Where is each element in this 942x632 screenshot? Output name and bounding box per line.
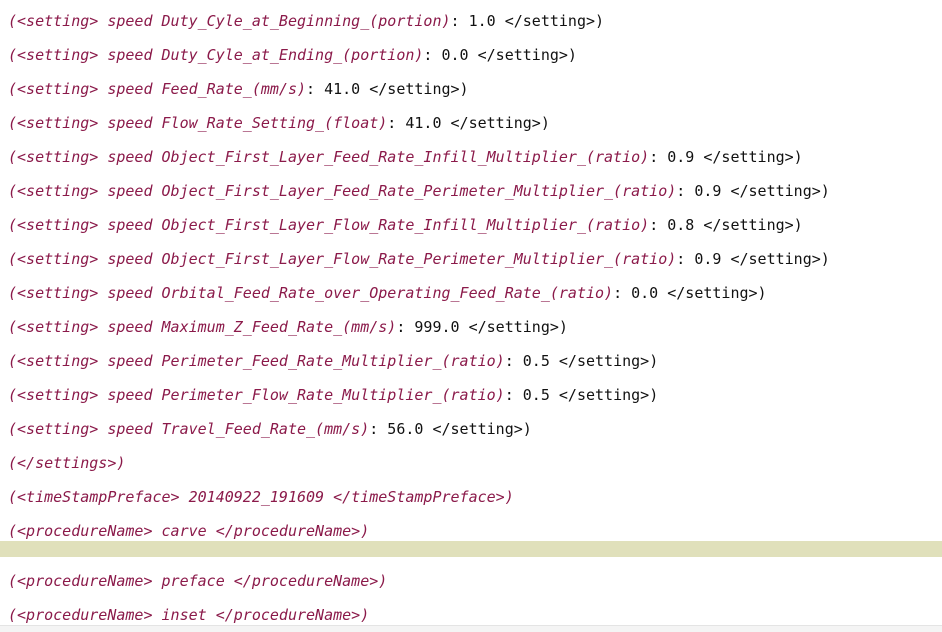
- code-tag-text: (<setting> speed Maximum_Z_Feed_Rate_(mm…: [8, 318, 397, 336]
- code-value-text: : 0.5 </setting>): [504, 352, 659, 370]
- code-line: (<setting> speed Flow_Rate_Setting_(floa…: [0, 106, 942, 140]
- gcode-text-view[interactable]: (<setting> speed Duty_Cyle_at_Beginning_…: [0, 4, 942, 632]
- code-tag-text: (<setting> speed Object_First_Layer_Flow…: [8, 216, 650, 234]
- code-tag-text: (<setting> speed Feed_Rate_(mm/s): [8, 80, 307, 98]
- code-line: (<setting> speed Object_First_Layer_Feed…: [0, 140, 942, 174]
- code-tag-text: (<timeStampPreface> 20140922_191609 </ti…: [8, 488, 514, 506]
- code-value-text: : 0.9 </setting>): [649, 148, 803, 166]
- code-line: (<setting> speed Feed_Rate_(mm/s): 41.0 …: [0, 72, 942, 106]
- code-line: (<setting> speed Orbital_Feed_Rate_over_…: [0, 276, 942, 310]
- code-line-current[interactable]: [0, 548, 942, 564]
- code-tag-text: (<procedureName> carve </procedureName>): [8, 522, 370, 540]
- code-tag-text: (<setting> speed Object_First_Layer_Feed…: [8, 182, 677, 200]
- code-value-text: : 41.0 </setting>): [306, 80, 469, 98]
- code-value-text: : 0.9 </setting>): [676, 250, 830, 268]
- code-line: (<timeStampPreface> 20140922_191609 </ti…: [0, 480, 942, 514]
- view-bottom-edge: [0, 625, 942, 632]
- code-line: (<setting> speed Maximum_Z_Feed_Rate_(mm…: [0, 310, 942, 344]
- code-line: (<procedureName> preface </procedureName…: [0, 564, 942, 598]
- code-line: (</settings>): [0, 446, 942, 480]
- code-tag-text: (<setting> speed Duty_Cyle_at_Beginning_…: [8, 12, 451, 30]
- code-tag-text: (<setting> speed Perimeter_Feed_Rate_Mul…: [8, 352, 505, 370]
- code-line: (<procedureName> carve </procedureName>): [0, 514, 942, 548]
- code-line: (<setting> speed Object_First_Layer_Flow…: [0, 242, 942, 276]
- code-line: (<setting> speed Perimeter_Feed_Rate_Mul…: [0, 344, 942, 378]
- code-value-text: : 999.0 </setting>): [396, 318, 568, 336]
- code-tag-text: (</settings>): [8, 454, 126, 472]
- code-line: (<setting> speed Object_First_Layer_Feed…: [0, 174, 942, 208]
- code-value-text: : 0.0 </setting>): [613, 284, 767, 302]
- code-line: (<setting> speed Duty_Cyle_at_Beginning_…: [0, 4, 942, 38]
- code-tag-text: (<setting> speed Orbital_Feed_Rate_over_…: [8, 284, 614, 302]
- code-value-text: : 0.9 </setting>): [676, 182, 830, 200]
- code-line: (<setting> speed Duty_Cyle_at_Ending_(po…: [0, 38, 942, 72]
- code-value-text: : 0.5 </setting>): [504, 386, 659, 404]
- code-value-text: : 41.0 </setting>): [387, 114, 550, 132]
- code-value-text: : 56.0 </setting>): [369, 420, 532, 438]
- code-tag-text: (<setting> speed Perimeter_Flow_Rate_Mul…: [8, 386, 505, 404]
- code-value-text: : 0.8 </setting>): [649, 216, 803, 234]
- code-value-text: : 1.0 </setting>): [450, 12, 605, 30]
- code-tag-text: (<setting> speed Duty_Cyle_at_Ending_(po…: [8, 46, 424, 64]
- code-tag-text: (<setting> speed Object_First_Layer_Flow…: [8, 250, 677, 268]
- code-line: (<setting> speed Perimeter_Flow_Rate_Mul…: [0, 378, 942, 412]
- code-tag-text: (<setting> speed Flow_Rate_Setting_(floa…: [8, 114, 388, 132]
- code-line: (<setting> speed Travel_Feed_Rate_(mm/s)…: [0, 412, 942, 446]
- code-line: (<setting> speed Object_First_Layer_Flow…: [0, 208, 942, 242]
- code-tag-text: (<setting> speed Object_First_Layer_Feed…: [8, 148, 650, 166]
- code-tag-text: (<setting> speed Travel_Feed_Rate_(mm/s): [8, 420, 370, 438]
- code-tag-text: (<procedureName> inset </procedureName>): [8, 606, 370, 624]
- code-value-text: : 0.0 </setting>): [423, 46, 577, 64]
- code-tag-text: (<procedureName> preface </procedureName…: [8, 572, 388, 590]
